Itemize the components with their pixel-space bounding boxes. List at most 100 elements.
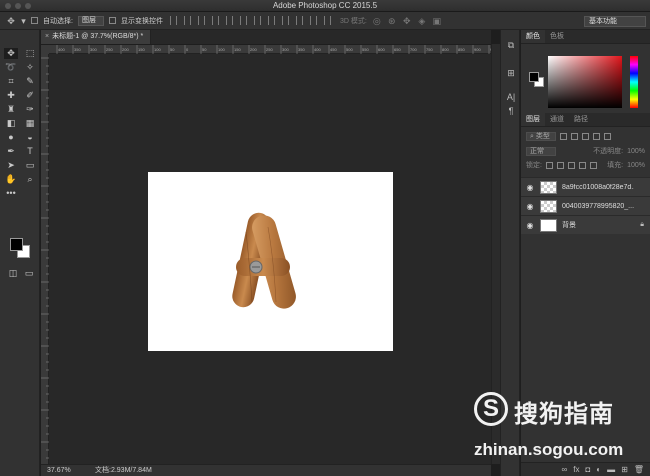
vertical-scrollbar[interactable] xyxy=(491,44,500,464)
clone-stamp-tool-icon[interactable]: ♜ xyxy=(4,104,18,115)
auto-select-dropdown[interactable]: 图层 xyxy=(77,15,104,26)
screen-mode-icon[interactable]: ▭ xyxy=(22,268,36,279)
lock-artboard-icon[interactable] xyxy=(578,161,586,169)
eyedropper-tool-icon[interactable]: ✎ xyxy=(23,76,37,87)
layer-item[interactable]: ◉ 004003977899582​0_... xyxy=(521,196,650,215)
canvas-area[interactable] xyxy=(49,54,491,464)
visibility-eye-icon[interactable]: ◉ xyxy=(525,221,535,230)
filter-adjust-icon[interactable] xyxy=(571,132,578,140)
lock-transparent-icon[interactable] xyxy=(545,161,553,169)
fill-value[interactable]: 100% xyxy=(627,162,645,169)
tab-paths[interactable]: 路径 xyxy=(569,113,593,126)
blur-tool-icon[interactable]: ● xyxy=(4,132,18,143)
show-transform-checkbox[interactable] xyxy=(108,17,116,24)
align-bottom-icon[interactable] xyxy=(197,16,205,25)
lock-image-icon[interactable] xyxy=(556,161,564,169)
workspace-dropdown[interactable]: 基本功能 xyxy=(584,16,646,27)
distribute-center-icon[interactable] xyxy=(309,16,317,25)
foreground-color-swatch[interactable] xyxy=(10,238,23,251)
distribute-right-icon[interactable] xyxy=(323,16,331,25)
healing-brush-tool-icon[interactable]: ✚ xyxy=(4,90,18,101)
path-selection-tool-icon[interactable]: ➤ xyxy=(4,160,18,171)
history-panel-icon[interactable]: ⧉ xyxy=(506,40,516,50)
auto-select-checkbox[interactable] xyxy=(31,17,38,24)
eraser-tool-icon[interactable]: ◧ xyxy=(4,118,18,129)
vertical-ruler[interactable] xyxy=(41,54,49,464)
pen-tool-icon[interactable]: ✒ xyxy=(4,146,18,157)
align-right-icon[interactable] xyxy=(239,16,247,25)
distribute-middle-icon[interactable] xyxy=(267,16,275,25)
new-layer-icon[interactable]: ⊞ xyxy=(621,465,628,474)
visibility-eye-icon[interactable]: ◉ xyxy=(525,183,535,192)
hue-slider[interactable] xyxy=(630,56,638,108)
distribute-bottom-icon[interactable] xyxy=(281,16,289,25)
lock-position-icon[interactable] xyxy=(567,161,575,169)
distribute-left-icon[interactable] xyxy=(295,16,303,25)
align-center-icon[interactable] xyxy=(225,16,233,25)
opacity-value[interactable]: 100% xyxy=(627,148,645,155)
visibility-eye-icon[interactable]: ◉ xyxy=(525,202,535,211)
scale-3d-icon[interactable]: ▣ xyxy=(432,16,442,26)
adjustment-layer-icon[interactable]: ◐ xyxy=(596,465,601,474)
adjust-panel-icon[interactable]: ⊞ xyxy=(506,68,516,78)
paragraph-panel-icon[interactable]: ¶ xyxy=(506,106,516,116)
layer-kind-filter[interactable]: ⌕ 类型 xyxy=(526,131,556,141)
align-middle-icon[interactable] xyxy=(183,16,191,25)
gradient-tool-icon[interactable]: ▦ xyxy=(23,118,37,129)
align-left-icon[interactable] xyxy=(211,16,219,25)
move-tool-icon[interactable]: ✥ xyxy=(4,48,18,59)
type-tool-icon[interactable]: T xyxy=(23,146,37,157)
layers-list: ◉ 8a9fcc01008a0f28e7d... ◉ 0040039778995… xyxy=(521,177,650,234)
character-panel-icon[interactable]: A| xyxy=(506,92,516,102)
shape-tool-icon[interactable]: ▭ xyxy=(23,160,37,171)
layer-name[interactable]: 004003977899582​0_... xyxy=(562,203,634,210)
dodge-tool-icon[interactable]: ◒ xyxy=(23,132,37,143)
quick-mask-icon[interactable]: ◫ xyxy=(6,268,20,279)
delete-layer-icon[interactable]: 🗑︎ xyxy=(634,465,644,474)
marquee-tool-icon[interactable]: ⬚ xyxy=(23,48,37,59)
filter-shape-icon[interactable] xyxy=(593,132,600,140)
layer-item[interactable]: ◉ 8a9fcc01008a0f28e7d... xyxy=(521,177,650,196)
layer-style-icon[interactable]: fx xyxy=(573,465,579,474)
tab-channels[interactable]: 通道 xyxy=(545,113,569,126)
more-tools-icon[interactable]: ••• xyxy=(4,188,18,199)
layer-name[interactable]: 8a9fcc01008a0f28e7d... xyxy=(562,184,634,191)
crop-tool-icon[interactable]: ⌗ xyxy=(4,76,18,87)
document-size[interactable]: 文档:2.93M/7.84M xyxy=(95,465,152,476)
document-tab[interactable]: × 未标题-1 @ 37.7%(RGB/8*) * xyxy=(41,30,151,44)
zoom-level[interactable]: 37.67% xyxy=(47,465,71,476)
layer-item[interactable]: ◉ 背景 🔒︎ xyxy=(521,215,650,234)
document-canvas[interactable] xyxy=(148,172,393,351)
new-group-icon[interactable]: ▬ xyxy=(607,465,615,474)
lock-all-icon[interactable] xyxy=(589,161,597,169)
orbit-3d-icon[interactable]: ◎ xyxy=(372,16,382,26)
layer-name[interactable]: 背景 xyxy=(562,220,576,230)
filter-pixel-icon[interactable] xyxy=(560,132,567,140)
roll-3d-icon[interactable]: ⊛ xyxy=(387,16,397,26)
close-tab-icon[interactable]: × xyxy=(45,33,49,40)
drag-3d-icon[interactable]: ✥ xyxy=(402,16,412,26)
tab-swatches[interactable]: 色板 xyxy=(545,30,569,43)
lasso-tool-icon[interactable]: ➰ xyxy=(4,62,18,73)
zoom-tool-icon[interactable]: ⌕ xyxy=(23,174,37,185)
filter-type-icon[interactable] xyxy=(582,132,589,140)
hand-tool-icon[interactable]: ✋ xyxy=(4,174,18,185)
filter-smart-icon[interactable] xyxy=(604,132,611,140)
panel-foreground-swatch[interactable] xyxy=(529,72,539,82)
brush-tool-icon[interactable]: ✐ xyxy=(23,90,37,101)
distribute-top-icon[interactable] xyxy=(253,16,261,25)
slide-3d-icon[interactable]: ◈ xyxy=(417,16,427,26)
align-top-icon[interactable] xyxy=(169,16,177,25)
tab-layers[interactable]: 图层 xyxy=(521,113,545,126)
horizontal-ruler[interactable]: 400 350 300 250 200 150 100 50 0 50 100 150 200 250 30… xyxy=(49,45,491,54)
tab-color[interactable]: 颜色 xyxy=(521,30,545,43)
history-brush-tool-icon[interactable]: ✑ xyxy=(23,104,37,115)
magic-wand-tool-icon[interactable]: ✧ xyxy=(23,62,37,73)
color-picker-field[interactable] xyxy=(548,56,622,108)
color-swatches[interactable] xyxy=(10,238,32,260)
add-mask-icon[interactable]: ◘ xyxy=(585,465,590,474)
link-layers-icon[interactable]: ∞ xyxy=(562,465,568,474)
blend-mode-dropdown[interactable]: 正常 xyxy=(526,146,556,156)
move-tool-icon[interactable]: ✥ xyxy=(6,16,16,26)
chevron-down-icon[interactable]: ▾ xyxy=(21,16,26,26)
